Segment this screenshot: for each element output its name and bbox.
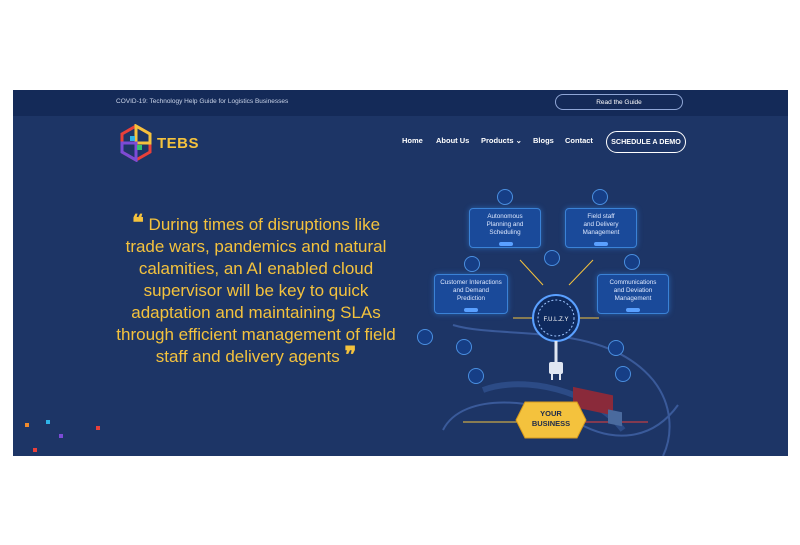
- delivery-van-icon: [456, 339, 472, 355]
- nav-products[interactable]: Products ⌄: [481, 136, 522, 145]
- box-toggle: [499, 242, 513, 246]
- connector-line: [519, 259, 544, 286]
- schedule-demo-button[interactable]: SCHEDULE A DEMO: [606, 131, 686, 153]
- warehouse-icon: [615, 366, 631, 382]
- phone-icon: [592, 189, 608, 205]
- open-quote-icon: ❝: [131, 210, 144, 236]
- nav-home[interactable]: Home: [402, 136, 423, 145]
- quote-line: adaptation and maintaining SLAs: [131, 303, 381, 322]
- quote-line: trade wars, pandemics and natural: [125, 237, 387, 256]
- hero-quote: ❝ During times of disruptions like trade…: [111, 212, 401, 368]
- brand-name[interactable]: TEBS: [157, 135, 199, 152]
- close-quote-icon: ❞: [344, 342, 357, 368]
- document-icon: [464, 256, 480, 272]
- hero-section: COVID-19: Technology Help Guide for Logi…: [13, 90, 788, 456]
- decor-dot: [46, 420, 50, 424]
- nav-contact[interactable]: Contact: [565, 136, 593, 145]
- read-guide-button[interactable]: Read the Guide: [555, 94, 683, 110]
- announcement-bar: COVID-19: Technology Help Guide for Logi…: [13, 90, 788, 116]
- nav-products-label: Products: [481, 136, 514, 145]
- hub-label: F.U.L.Z.Y: [543, 317, 568, 323]
- quote-line: staff and delivery agents: [155, 347, 340, 366]
- covid-guide-link[interactable]: COVID-19: Technology Help Guide for Logi…: [116, 98, 288, 105]
- nav-blogs[interactable]: Blogs: [533, 136, 554, 145]
- quote-line: calamities, an AI enabled cloud: [138, 259, 374, 278]
- decor-dot: [33, 448, 37, 452]
- chevron-down-icon: ⌄: [515, 136, 522, 145]
- chat-icon: [624, 254, 640, 270]
- people-icon: [608, 340, 624, 356]
- tebs-logo-icon[interactable]: [119, 124, 153, 162]
- box-toggle: [594, 242, 608, 246]
- box-toggle: [626, 308, 640, 312]
- quote-line: supervisor will be key to quick: [143, 281, 369, 300]
- connector-line: [568, 259, 594, 286]
- box-toggle: [464, 308, 478, 312]
- nav-about-us[interactable]: About Us: [436, 136, 469, 145]
- decor-dot: [25, 423, 29, 427]
- plug-icon: [549, 362, 563, 374]
- decor-dot: [59, 434, 63, 438]
- quote-line: During times of disruptions like: [148, 215, 381, 234]
- cart-icon: [417, 329, 433, 345]
- person-icon: [468, 368, 484, 384]
- decor-dot: [96, 426, 100, 430]
- your-business-label: YOUR BUSINESS: [531, 409, 571, 428]
- brain-icon: [497, 189, 513, 205]
- monitor-icon: [544, 250, 560, 266]
